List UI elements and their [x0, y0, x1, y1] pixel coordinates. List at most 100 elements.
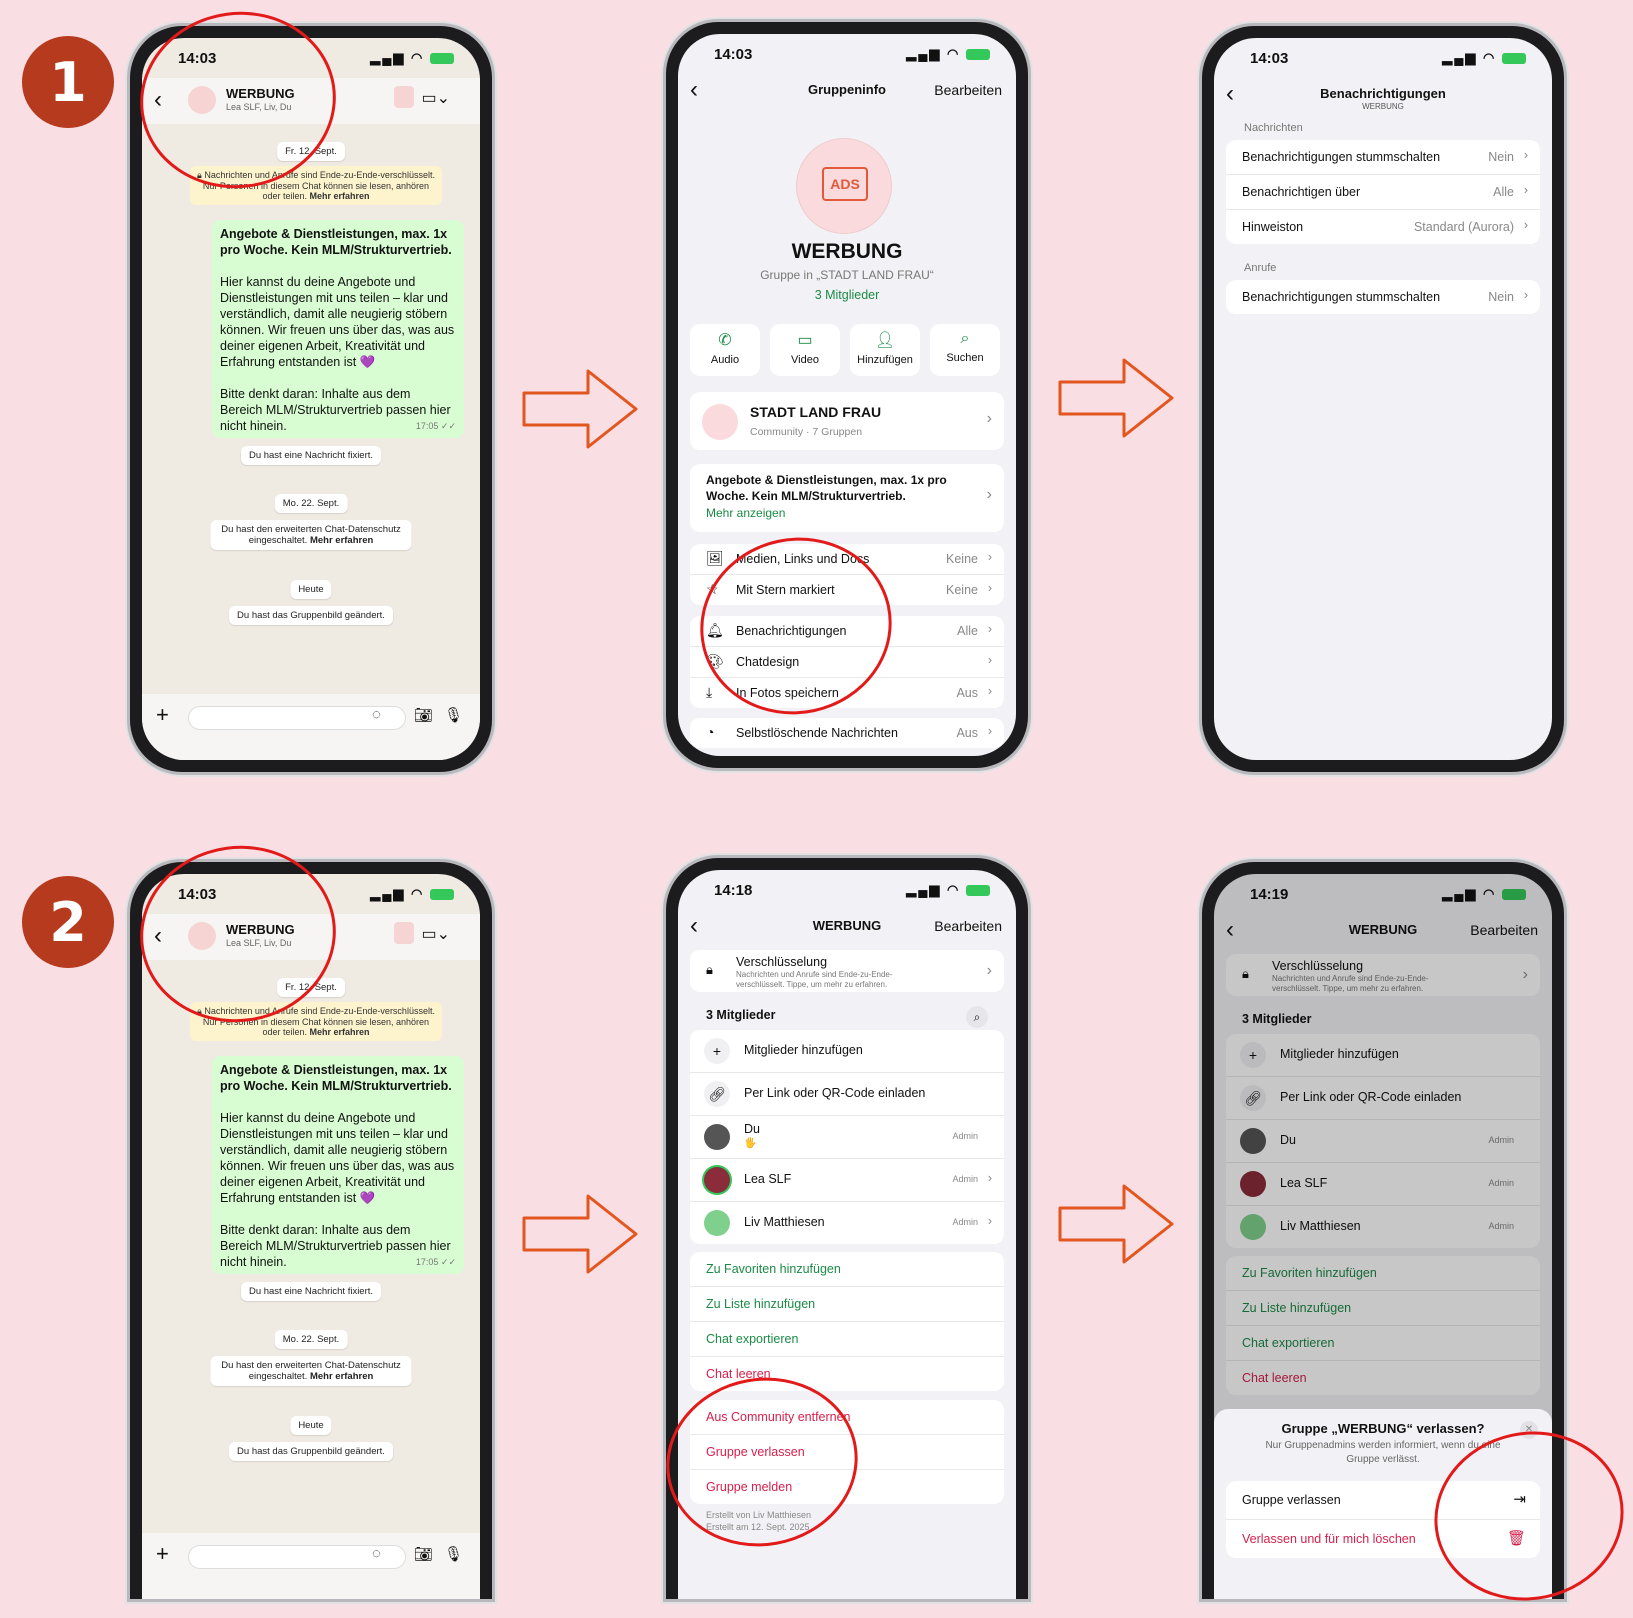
- chevron-right-icon: ›: [987, 724, 992, 738]
- pinned-notice: Du hast eine Nachricht fixiert.: [240, 1282, 382, 1301]
- members-heading: 3 Mitglieder: [706, 1008, 776, 1022]
- date-chip: Heute: [290, 580, 332, 599]
- chevron-right-icon: ›: [987, 550, 992, 564]
- lock-icon: 🔒︎: [706, 962, 713, 977]
- mute-calls-row[interactable]: Benachrichtigungen stummschalten Nein ›: [1226, 280, 1540, 314]
- member-row[interactable]: Liv Matthiesen Admin ›: [690, 1202, 1004, 1244]
- chevron-right-icon: ›: [987, 653, 992, 667]
- encryption-row[interactable]: 🔒︎ Verschlüsselung Nachrichten und Anruf…: [690, 950, 1004, 992]
- ads-icon: ADS: [822, 167, 868, 201]
- calendar-icon[interactable]: [394, 86, 414, 108]
- group-avatar[interactable]: ADS: [796, 138, 892, 234]
- nav-title: Benachrichtigungen: [1320, 86, 1446, 101]
- members-card: + Mitglieder hinzufügen 🔗︎ Per Link oder Q…: [690, 1030, 1004, 1244]
- camera-icon[interactable]: 📷︎: [414, 1545, 433, 1563]
- audio-button[interactable]: ✆ Audio: [690, 324, 760, 376]
- add-to-list-button[interactable]: Zu Liste hinzufügen: [690, 1287, 1004, 1322]
- mute-row[interactable]: Benachrichtigungen stummschalten Nein ›: [1226, 140, 1540, 175]
- messages-settings-card: Benachrichtigungen stummschalten Nein › Be…: [1226, 140, 1540, 244]
- chevron-right-icon: ›: [987, 684, 992, 698]
- description-card[interactable]: Angebote & Dienstleistungen, max. 1x pro…: [690, 464, 1004, 532]
- sticker-icon[interactable]: ◌: [372, 706, 381, 723]
- status-time: 14:18: [714, 882, 753, 899]
- pinned-message-bubble[interactable]: Angebote & Dienstleistungen, max. 1x pro…: [212, 220, 464, 438]
- chevron-right-icon: ›: [1523, 148, 1528, 162]
- arrow-right-icon: [1058, 1184, 1174, 1264]
- status-icons: ▂▄▆ ◠: [1442, 50, 1526, 66]
- status-icons: ▂▄▆ ◠: [370, 50, 454, 66]
- date-chip: Mo. 22. Sept.: [274, 1330, 348, 1349]
- avatar: [704, 1124, 730, 1150]
- video-icon: ▭: [797, 332, 813, 349]
- arrow-right-icon: [522, 369, 638, 449]
- plus-icon[interactable]: +: [156, 1541, 169, 1567]
- member-row[interactable]: Du 🖐 Admin: [690, 1116, 1004, 1159]
- message-input-bar: + ◌ 📷︎ 🎙︎: [142, 1533, 480, 1599]
- edit-button[interactable]: Bearbeiten: [934, 82, 1002, 98]
- avatar: [704, 1167, 730, 1193]
- pinned-message-bubble[interactable]: Angebote & Dienstleistungen, max. 1x pro…: [212, 1056, 464, 1274]
- chevron-right-icon: ›: [987, 581, 992, 595]
- chevron-right-icon: ›: [987, 622, 992, 636]
- notify-about-row[interactable]: Benachrichtigen über Alle ›: [1226, 175, 1540, 210]
- chevron-right-icon: ›: [987, 1214, 992, 1228]
- add-members-row[interactable]: + Mitglieder hinzufügen: [690, 1030, 1004, 1073]
- plus-icon[interactable]: +: [156, 702, 169, 728]
- search-icon[interactable]: ⌕: [966, 1006, 988, 1028]
- search-icon: ⌕: [960, 330, 970, 347]
- avatar: [704, 1210, 730, 1236]
- camera-icon[interactable]: 📷︎: [414, 706, 433, 724]
- edit-button[interactable]: Bearbeiten: [934, 918, 1002, 934]
- member-count[interactable]: 3 Mitglieder: [678, 288, 1016, 302]
- step-badge-2: 2: [22, 876, 114, 968]
- status-time: 14:03: [1250, 50, 1289, 67]
- privacy-notice[interactable]: Du hast den erweiterten Chat-Datenschutz…: [210, 520, 412, 550]
- chevron-right-icon: ›: [987, 1171, 992, 1185]
- search-button[interactable]: ⌕ Suchen: [930, 324, 1000, 376]
- video-call-icon[interactable]: ▭⌄: [421, 88, 450, 108]
- community-avatar: [702, 404, 738, 440]
- chevron-right-icon: ›: [1523, 183, 1528, 197]
- pinned-notice: Du hast eine Nachricht fixiert.: [240, 446, 382, 465]
- section-header: Nachrichten: [1244, 122, 1303, 134]
- export-chat-button[interactable]: Chat exportieren: [690, 1322, 1004, 1357]
- privacy-notice[interactable]: Du hast den erweiterten Chat-Datenschutz…: [210, 1356, 412, 1386]
- arrow-right-icon: [522, 1194, 638, 1274]
- picture-changed-notice: Du hast das Gruppenbild geändert.: [229, 1442, 393, 1461]
- message-input-bar: + ◌ 📷︎ 🎙︎: [142, 694, 480, 760]
- member-row[interactable]: Lea SLF Admin ›: [690, 1159, 1004, 1202]
- disappearing-messages-row[interactable]: ◔ Selbstlöschende Nachrichten Aus ›: [690, 718, 1004, 748]
- calendar-icon[interactable]: [394, 922, 414, 944]
- step-badge-1: 1: [22, 36, 114, 128]
- picture-changed-notice: Du hast das Gruppenbild geändert.: [229, 606, 393, 625]
- chevron-right-icon: ›: [1523, 218, 1528, 232]
- chevron-right-icon: ›: [986, 486, 992, 503]
- status-icons: ▂▄▆ ◠: [906, 46, 990, 62]
- nav-subtitle: WERBUNG: [1362, 102, 1404, 111]
- video-call-icon[interactable]: ▭⌄: [421, 924, 450, 944]
- status-icons: ▂▄▆ ◠: [906, 882, 990, 898]
- link-icon: 🔗︎: [704, 1081, 730, 1107]
- microphone-icon[interactable]: 🎙︎: [444, 706, 463, 724]
- chevron-right-icon: ›: [986, 962, 992, 979]
- add-person-icon: 👤︎: [874, 332, 896, 349]
- microphone-icon[interactable]: 🎙︎: [444, 1545, 463, 1563]
- sound-row[interactable]: Hinweiston Standard (Aurora) ›: [1226, 210, 1540, 244]
- show-more-link[interactable]: Mehr anzeigen: [706, 506, 785, 520]
- disappearing-card: ◔ Selbstlöschende Nachrichten Aus ›: [690, 718, 1004, 748]
- timer-icon: ◔: [706, 724, 715, 740]
- chevron-right-icon: ›: [1523, 288, 1528, 302]
- status-icons: ▂▄▆ ◠: [370, 886, 454, 902]
- sheet-title: Gruppe „WERBUNG“ verlassen?: [1281, 1421, 1485, 1436]
- community-card[interactable]: STADT LAND FRAU Community · 7 Gruppen ›: [690, 392, 1004, 450]
- add-button[interactable]: 👤︎ Hinzufügen: [850, 324, 920, 376]
- image-icon: 🖼︎: [706, 550, 724, 566]
- add-to-favorites-button[interactable]: Zu Favoriten hinzufügen: [690, 1252, 1004, 1287]
- status-time: 14:03: [714, 46, 753, 63]
- phone-notifications: 14:03 ▂▄▆ ◠ ‹ Benachrichtigungen WERBUNG …: [1202, 26, 1564, 772]
- sticker-icon[interactable]: ◌: [372, 1545, 381, 1562]
- video-button[interactable]: ▭ Video: [770, 324, 840, 376]
- group-name: WERBUNG: [791, 240, 903, 263]
- arrow-right-icon: [1058, 358, 1174, 438]
- invite-link-row[interactable]: 🔗︎ Per Link oder QR-Code einladen: [690, 1073, 1004, 1116]
